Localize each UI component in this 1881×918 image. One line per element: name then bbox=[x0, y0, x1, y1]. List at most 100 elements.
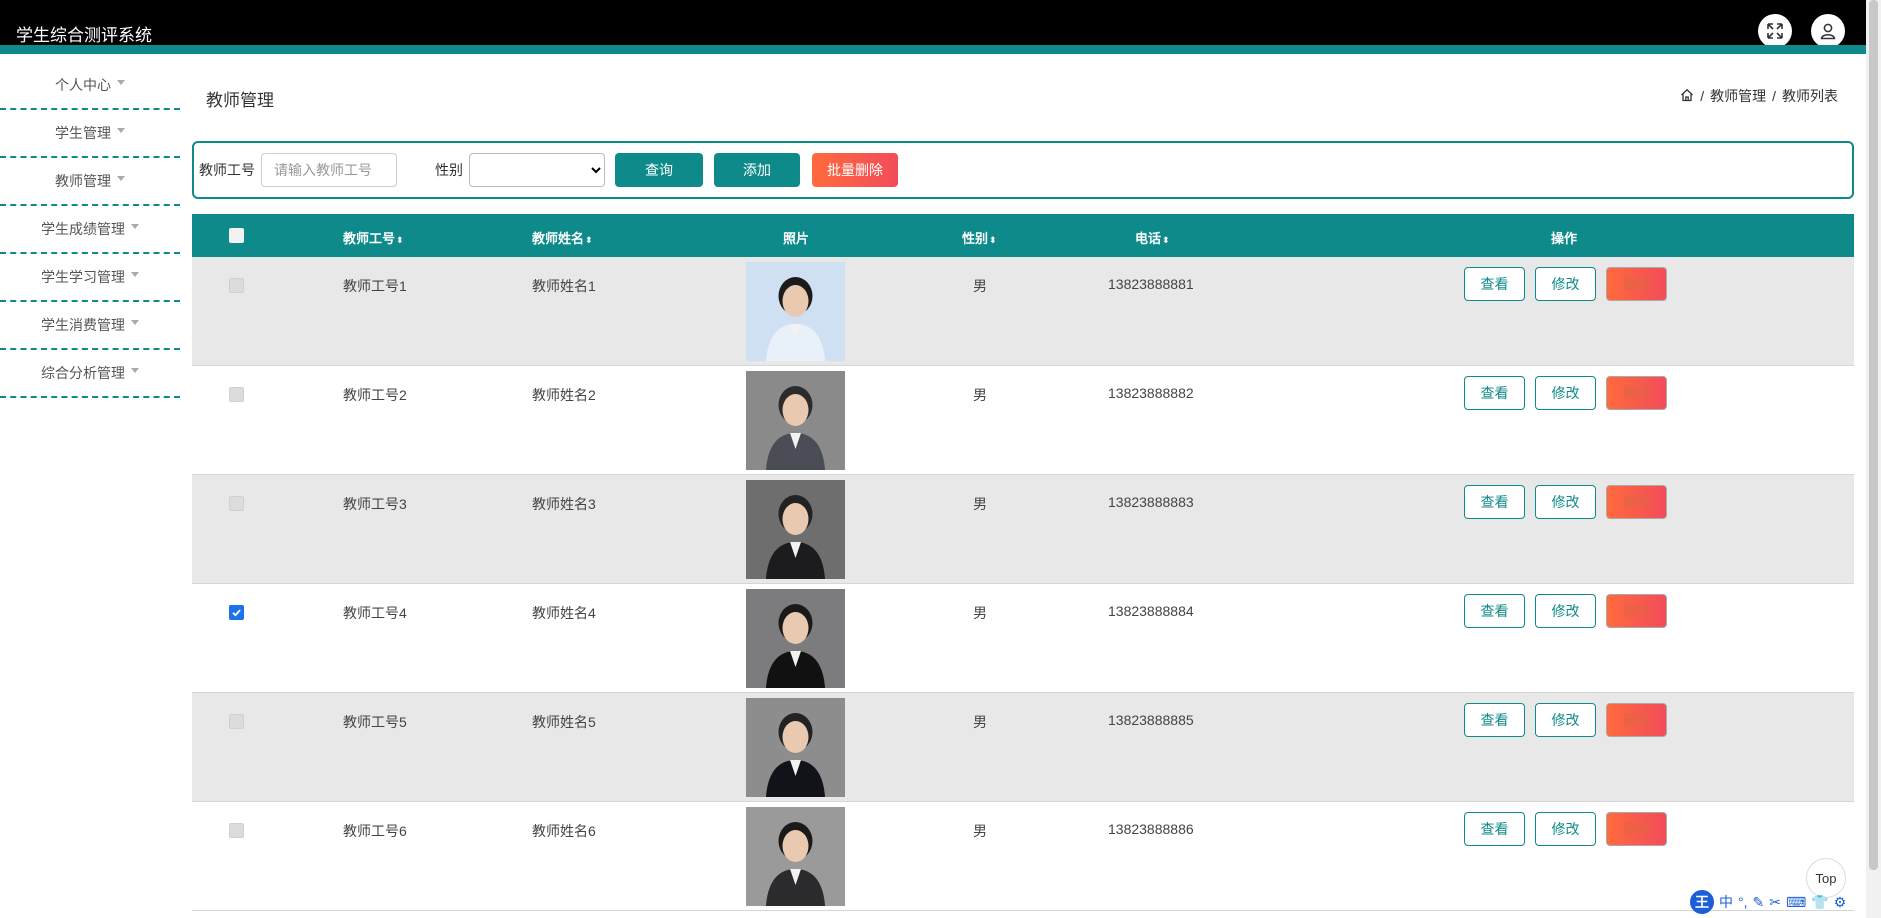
cell-teacher-name: 教师姓名3 bbox=[532, 496, 596, 512]
delete-button[interactable]: 删除 bbox=[1606, 703, 1667, 737]
fullscreen-icon[interactable] bbox=[1758, 14, 1792, 48]
ime-scissors-icon[interactable]: ✂ bbox=[1769, 894, 1781, 911]
view-button[interactable]: 查看 bbox=[1464, 267, 1525, 301]
cell-phone: 13823888881 bbox=[1108, 276, 1194, 292]
caret-down-icon bbox=[117, 175, 125, 181]
sidebar-item-analysis-management[interactable]: 综合分析管理 bbox=[0, 350, 180, 398]
ime-logo[interactable]: 王 bbox=[1690, 890, 1714, 914]
teacher-photo[interactable] bbox=[746, 698, 845, 797]
sidebar-item-label: 个人中心 bbox=[55, 77, 111, 93]
column-header-gender[interactable]: 性别⬍ bbox=[962, 228, 997, 247]
edit-button[interactable]: 修改 bbox=[1535, 812, 1596, 846]
breadcrumb-separator: / bbox=[1700, 88, 1705, 104]
table-row: 教师工号1 教师姓名1 男 13823888881 查看 修改 删除 bbox=[192, 257, 1854, 366]
teacher-id-label: 教师工号 bbox=[199, 162, 255, 178]
view-button[interactable]: 查看 bbox=[1464, 812, 1525, 846]
cell-teacher-id: 教师工号6 bbox=[343, 823, 407, 839]
breadcrumb: / 教师管理 / 教师列表 bbox=[1680, 86, 1838, 106]
query-button[interactable]: 查询 bbox=[615, 153, 703, 187]
ime-keyboard-icon[interactable]: ⌨ bbox=[1786, 894, 1806, 911]
row-checkbox[interactable] bbox=[229, 714, 244, 729]
ime-skin-icon[interactable]: 👕 bbox=[1811, 894, 1828, 911]
cell-teacher-id: 教师工号1 bbox=[343, 278, 407, 294]
sort-icon[interactable]: ⬍ bbox=[1162, 236, 1170, 245]
cell-teacher-id: 教师工号4 bbox=[343, 605, 407, 621]
cell-teacher-name: 教师姓名2 bbox=[532, 387, 596, 403]
cell-phone: 13823888885 bbox=[1108, 712, 1194, 728]
table-row: 教师工号5 教师姓名5 男 13823888885 查看 修改 删除 bbox=[192, 693, 1854, 802]
teacher-photo[interactable] bbox=[746, 262, 845, 361]
edit-button[interactable]: 修改 bbox=[1535, 376, 1596, 410]
select-all-checkbox[interactable] bbox=[229, 228, 244, 243]
breadcrumb-separator: / bbox=[1772, 88, 1776, 104]
row-actions: 查看 修改 删除 bbox=[1464, 267, 1667, 301]
sidebar-item-label: 学生成绩管理 bbox=[41, 221, 125, 237]
breadcrumb-item[interactable]: 教师管理 bbox=[1710, 86, 1766, 106]
teacher-photo[interactable] bbox=[746, 589, 845, 688]
delete-button[interactable]: 删除 bbox=[1606, 594, 1667, 628]
column-header-phone[interactable]: 电话⬍ bbox=[1135, 228, 1170, 247]
caret-down-icon bbox=[117, 79, 125, 85]
row-checkbox[interactable] bbox=[229, 605, 244, 620]
add-button[interactable]: 添加 bbox=[714, 153, 800, 187]
cell-teacher-name: 教师姓名4 bbox=[532, 605, 596, 621]
sidebar-item-score-management[interactable]: 学生成绩管理 bbox=[0, 206, 180, 254]
top-bar: 学生综合测评系统 bbox=[0, 0, 1881, 54]
table-row: 教师工号4 教师姓名4 男 13823888884 查看 修改 删除 bbox=[192, 584, 1854, 693]
delete-button[interactable]: 删除 bbox=[1606, 376, 1667, 410]
caret-down-icon bbox=[131, 367, 139, 373]
view-button[interactable]: 查看 bbox=[1464, 703, 1525, 737]
caret-down-icon bbox=[131, 223, 139, 229]
sidebar-item-teacher-management[interactable]: 教师管理 bbox=[0, 158, 180, 206]
cell-teacher-id: 教师工号2 bbox=[343, 387, 407, 403]
sort-icon[interactable]: ⬍ bbox=[989, 236, 997, 245]
batch-delete-button[interactable]: 批量删除 bbox=[812, 153, 898, 187]
sidebar-item-label: 教师管理 bbox=[55, 173, 111, 189]
sort-icon[interactable]: ⬍ bbox=[585, 236, 593, 245]
delete-button[interactable]: 删除 bbox=[1606, 267, 1667, 301]
row-checkbox[interactable] bbox=[229, 496, 244, 511]
home-icon[interactable] bbox=[1680, 88, 1694, 105]
cell-gender: 男 bbox=[973, 387, 987, 403]
delete-button[interactable]: 删除 bbox=[1606, 812, 1667, 846]
edit-button[interactable]: 修改 bbox=[1535, 594, 1596, 628]
page-title: 教师管理 bbox=[206, 91, 274, 110]
vertical-scrollbar[interactable] bbox=[1866, 0, 1881, 918]
row-checkbox[interactable] bbox=[229, 387, 244, 402]
view-button[interactable]: 查看 bbox=[1464, 376, 1525, 410]
sidebar-item-label: 学生管理 bbox=[55, 125, 111, 141]
delete-button[interactable]: 删除 bbox=[1606, 485, 1667, 519]
user-icon[interactable] bbox=[1811, 14, 1845, 48]
gender-select[interactable] bbox=[469, 153, 605, 187]
sidebar-item-personal-center[interactable]: 个人中心 bbox=[0, 62, 180, 110]
sidebar-item-label: 学生消费管理 bbox=[41, 317, 125, 333]
column-header-teacher-id[interactable]: 教师工号⬍ bbox=[343, 228, 404, 247]
ime-settings-icon[interactable]: ⚙ bbox=[1834, 894, 1847, 911]
teacher-photo[interactable] bbox=[746, 807, 845, 906]
ime-language[interactable]: 中 bbox=[1719, 892, 1733, 912]
top-bar-stripe bbox=[0, 45, 1881, 54]
row-actions: 查看 修改 删除 bbox=[1464, 376, 1667, 410]
ime-handwrite-icon[interactable]: ✎ bbox=[1753, 894, 1765, 911]
column-header-teacher-name[interactable]: 教师姓名⬍ bbox=[532, 228, 593, 247]
sidebar-item-student-management[interactable]: 学生管理 bbox=[0, 110, 180, 158]
sort-icon[interactable]: ⬍ bbox=[396, 236, 404, 245]
cell-phone: 13823888883 bbox=[1108, 494, 1194, 510]
sidebar-item-study-management[interactable]: 学生学习管理 bbox=[0, 254, 180, 302]
cell-gender: 男 bbox=[973, 823, 987, 839]
row-checkbox[interactable] bbox=[229, 823, 244, 838]
teacher-id-input[interactable] bbox=[261, 153, 397, 187]
teacher-photo[interactable] bbox=[746, 480, 845, 579]
cell-gender: 男 bbox=[973, 714, 987, 730]
edit-button[interactable]: 修改 bbox=[1535, 267, 1596, 301]
sidebar-item-consumption-management[interactable]: 学生消费管理 bbox=[0, 302, 180, 350]
scrollbar-thumb[interactable] bbox=[1869, 0, 1878, 870]
ime-punctuation-icon[interactable]: °, bbox=[1738, 894, 1748, 910]
row-checkbox[interactable] bbox=[229, 278, 244, 293]
view-button[interactable]: 查看 bbox=[1464, 485, 1525, 519]
view-button[interactable]: 查看 bbox=[1464, 594, 1525, 628]
teacher-photo[interactable] bbox=[746, 371, 845, 470]
table-row: 教师工号2 教师姓名2 男 13823888882 查看 修改 删除 bbox=[192, 366, 1854, 475]
edit-button[interactable]: 修改 bbox=[1535, 485, 1596, 519]
edit-button[interactable]: 修改 bbox=[1535, 703, 1596, 737]
